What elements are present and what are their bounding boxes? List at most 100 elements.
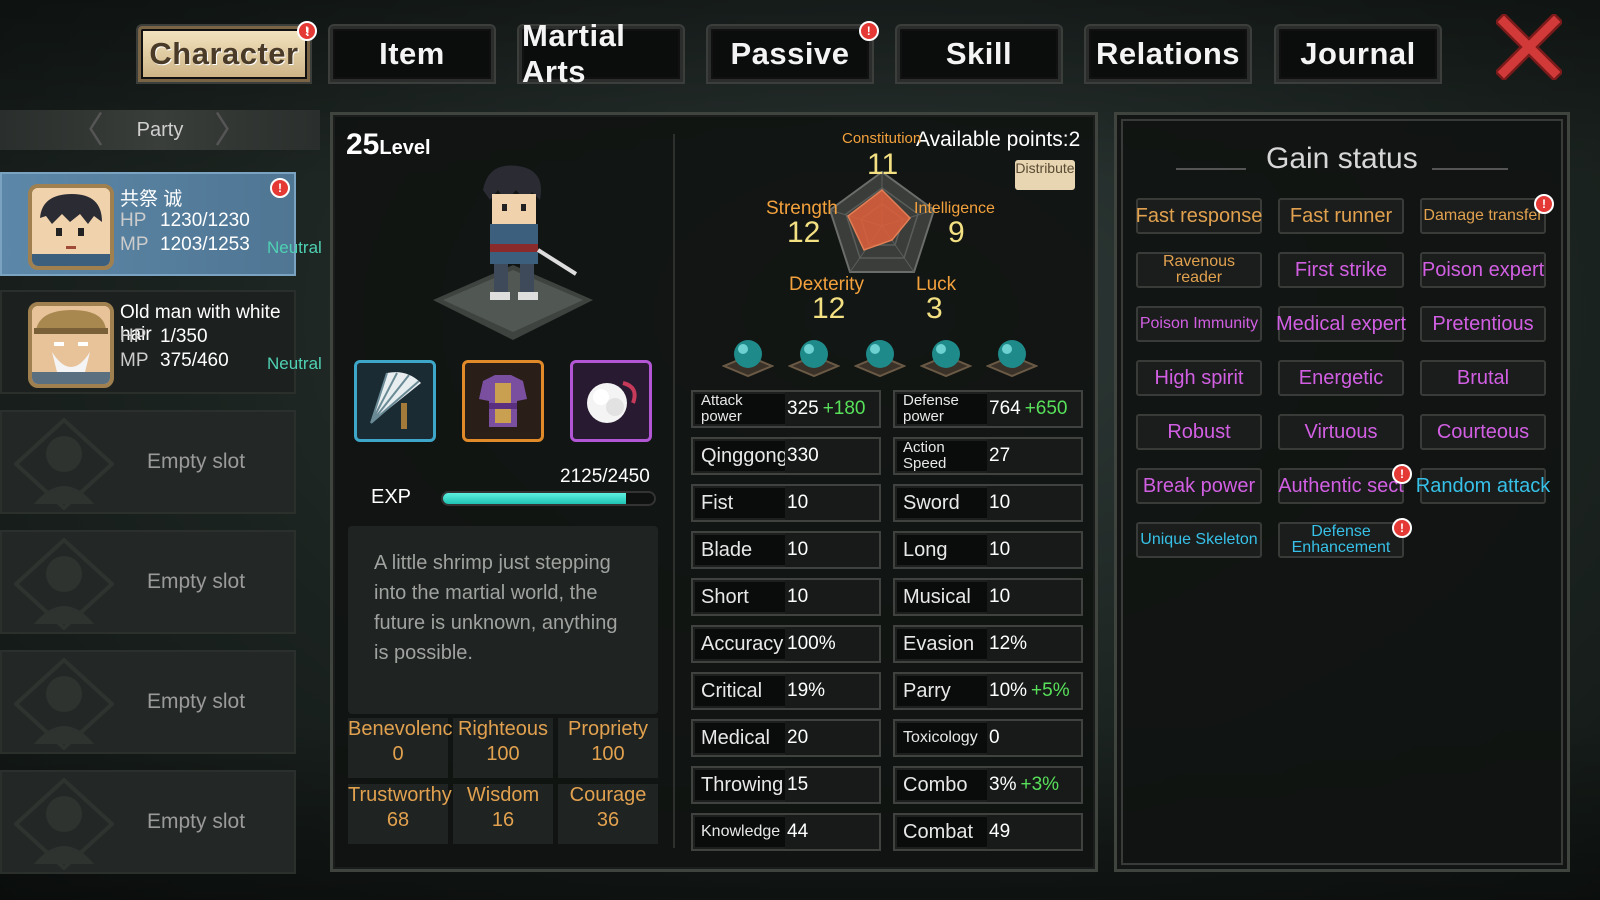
trait-medical-expert[interactable]: Medical expert: [1276, 306, 1406, 342]
alignment-label: Neutral: [267, 354, 322, 373]
moral-courage: Courage 36: [558, 784, 658, 844]
exp-bar-fill: [443, 493, 626, 504]
trait-label: Break power: [1142, 475, 1256, 497]
strength-value: 12: [787, 216, 821, 249]
alert-badge: !: [1392, 518, 1412, 538]
meridian-orb-icon[interactable]: [986, 338, 1038, 378]
meridian-orb-icon[interactable]: [920, 338, 972, 378]
trait-label: Energetic: [1298, 367, 1384, 389]
stat-label: Qinggong: [701, 445, 788, 467]
empty-slot-label: Empty slot: [147, 570, 246, 593]
trait-authentic-sect[interactable]: Authentic sect!: [1278, 464, 1412, 504]
trait-label: Defense Enhancement: [1291, 523, 1391, 556]
trait-damage-transfer[interactable]: Damage transfer!: [1420, 194, 1554, 234]
stat-action-speed: Action Speed 27: [893, 437, 1083, 475]
tab-item[interactable]: Item: [330, 26, 494, 82]
stat-knowledge: Knowledge 44: [691, 813, 881, 851]
meridian-orb-icon[interactable]: [788, 338, 840, 378]
silhouette-icon: [14, 778, 114, 870]
trait-poison-expert[interactable]: Poison expert: [1420, 252, 1546, 288]
stat-label: Blade: [701, 539, 753, 561]
trait-random-attack[interactable]: Random attack: [1416, 468, 1550, 504]
tab-journal[interactable]: Journal: [1276, 26, 1440, 82]
tab-martial-arts[interactable]: Martial Arts: [519, 18, 683, 89]
stat-short: Short 10: [691, 578, 881, 616]
empty-party-slot[interactable]: Empty slot: [0, 530, 296, 634]
stat-combat: Combat 49: [893, 813, 1083, 851]
avatar: [28, 302, 114, 388]
trait-label: Fast runner: [1289, 205, 1393, 227]
trait-defense-enhancement[interactable]: Defense Enhancement!: [1278, 518, 1412, 558]
accessory-icon[interactable]: [570, 360, 652, 442]
silhouette-icon: [14, 538, 114, 630]
divider: [1432, 168, 1508, 170]
stat-label: Parry: [903, 680, 951, 702]
alignment-label: Neutral: [267, 238, 322, 257]
attribute-radar-chart: [828, 170, 936, 273]
armor-icon[interactable]: [462, 360, 544, 442]
party-member-1[interactable]: 共祭 诚 HP 1230/1230 MP 1203/1253 Neutral !: [0, 172, 322, 276]
stat-label: Sword: [903, 492, 960, 514]
meridian-orb-icon[interactable]: [722, 338, 774, 378]
stat-label: Accuracy: [701, 633, 784, 655]
tab-label: Journal: [1300, 36, 1416, 71]
empty-party-slot[interactable]: Empty slot: [0, 650, 296, 754]
stat-value: 3% +3%: [987, 768, 1081, 802]
trait-unique-skeleton[interactable]: Unique Skeleton: [1136, 522, 1262, 558]
empty-party-slot[interactable]: Empty slot: [0, 770, 296, 874]
dexterity-value: 12: [812, 292, 846, 325]
trait-first-strike[interactable]: First strike: [1278, 252, 1404, 288]
trait-label: Poison expert: [1421, 259, 1545, 281]
party-title: Party: [136, 118, 184, 141]
stat-label: Action Speed: [903, 439, 947, 472]
member-name: 共祭 诚: [120, 189, 183, 210]
stat-value: 27: [987, 439, 1081, 473]
trait-poison-immunity[interactable]: Poison Immunity: [1136, 306, 1262, 342]
empty-slot-label: Empty slot: [147, 810, 246, 833]
alert-badge: !: [859, 21, 879, 41]
tab-relations[interactable]: Relations: [1086, 26, 1250, 82]
trait-energetic[interactable]: Energetic: [1278, 360, 1404, 396]
trait-fast-runner[interactable]: Fast runner: [1278, 198, 1404, 234]
trait-high-spirit[interactable]: High spirit: [1136, 360, 1262, 396]
trait-pretentious[interactable]: Pretentious: [1420, 306, 1546, 342]
tab-character[interactable]: Character!: [138, 21, 317, 82]
party-member-2[interactable]: Old man with white hair HP 1/350 MP 375/46…: [0, 290, 322, 394]
member-mp: MP 1203/1253: [120, 234, 250, 255]
stat-long: Long 10: [893, 531, 1083, 569]
trait-robust[interactable]: Robust: [1136, 414, 1262, 450]
tab-passive[interactable]: Passive!: [708, 21, 879, 82]
close-icon[interactable]: [1496, 14, 1562, 80]
moral-label: Wisdom: [466, 784, 540, 806]
meridian-orb-icon[interactable]: [854, 338, 906, 378]
stat-value: 20: [785, 721, 879, 755]
party-next-icon[interactable]: 〉: [214, 110, 250, 150]
trait-label: Pretentious: [1432, 313, 1534, 335]
constitution-value: 11: [867, 148, 899, 181]
character-description: A little shrimp just stepping into the m…: [348, 526, 658, 714]
fan-icon[interactable]: [354, 360, 436, 442]
party-prev-icon[interactable]: 〈: [68, 110, 104, 150]
moral-value: 68: [386, 809, 410, 831]
trait-ravenous-reader[interactable]: Ravenous reader: [1136, 252, 1262, 288]
stat-value: 19%: [785, 674, 879, 708]
moral-wisdom: Wisdom 16: [453, 784, 553, 844]
stat-value: 764 +650: [987, 392, 1081, 426]
distribute-button[interactable]: Distribute: [1015, 160, 1075, 190]
moral-label: Trustworthy: [348, 784, 452, 806]
tab-skill[interactable]: Skill: [897, 26, 1061, 82]
empty-party-slot[interactable]: Empty slot: [0, 410, 296, 514]
trait-break-power[interactable]: Break power: [1136, 468, 1262, 504]
moral-value: 100: [486, 743, 520, 765]
trait-courteous[interactable]: Courteous: [1420, 414, 1546, 450]
trait-virtuous[interactable]: Virtuous: [1278, 414, 1404, 450]
stat-value: 15: [785, 768, 879, 802]
stat-value: 10: [785, 533, 879, 567]
trait-brutal[interactable]: Brutal: [1420, 360, 1546, 396]
member-mp: MP 375/460: [120, 350, 229, 371]
stat-label: Toxicology: [903, 729, 978, 746]
trait-fast-response[interactable]: Fast response: [1136, 198, 1262, 234]
trait-label: Unique Skeleton: [1140, 531, 1258, 548]
member-hp: HP 1/350: [120, 326, 208, 347]
stat-label: Fist: [701, 492, 734, 514]
